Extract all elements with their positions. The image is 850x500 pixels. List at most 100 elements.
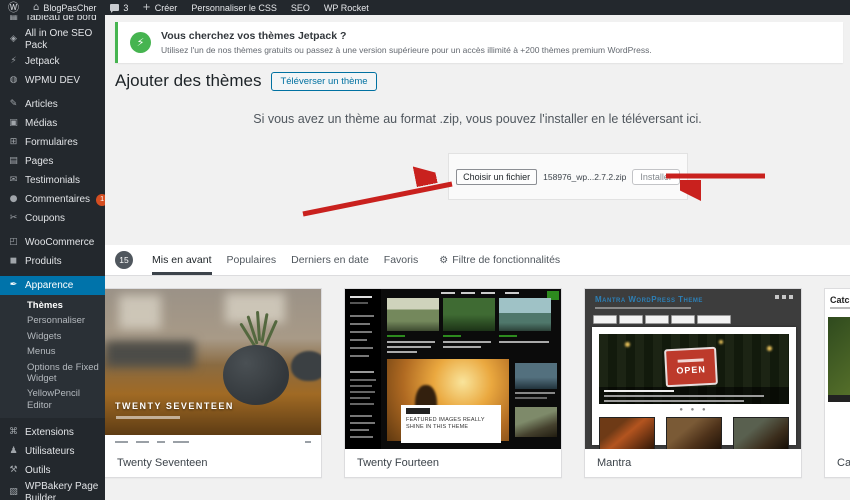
sidebar-item-extensions[interactable]: ⌘ Extensions [0,423,105,442]
sidebar-item-medias[interactable]: ▣ Médias [0,114,105,133]
submenu-item-widgets[interactable]: Widgets [0,329,105,344]
jetpack-icon: ⚡ [10,56,17,67]
arrow-to-choose-file [302,184,453,217]
sidebar-item-produits[interactable]: ◼ Produits [0,252,105,271]
tab-populaires[interactable]: Populaires [227,245,277,275]
theme-card-twenty-seventeen[interactable]: TWENTY SEVENTEEN Twenty Seventeen [104,288,322,478]
comments-shortcut[interactable]: 3 [110,3,128,13]
twenty-seventeen-photo: TWENTY SEVENTEEN [105,289,321,435]
new-content-label: Créer [154,2,178,13]
sidebar-item-outils[interactable]: ⚒ Outils [0,461,105,480]
sidebar-item-wpmu-dev[interactable]: ◍ WPMU DEV [0,71,105,90]
featured-caption-card: FEATURED IMAGES REALLY SHINE IN THIS THE… [401,405,501,443]
sign-text: OPEN [676,364,707,376]
theme-preview-title: Catch [830,295,850,305]
nav-item-bar [305,441,311,443]
appearance-submenu: Thèmes Personnaliser Widgets Menus Optio… [0,295,105,419]
pages-icon: ▤ [9,156,18,167]
theme-preview-title: TWENTY SEVENTEEN [115,401,234,411]
slider-dots: ● ● ● [679,407,709,413]
tab-derniers-en-date[interactable]: Derniers en date [291,245,369,275]
wp-rocket-menu[interactable]: WP Rocket [324,3,369,13]
sidebar-item-all-in-one-seo[interactable]: ◈ All in One SEO Pack [0,27,105,52]
preview-nav-tabs [593,315,731,324]
comments-count: 3 [123,2,129,13]
home-icon: ⌂ [33,2,40,13]
new-content-menu[interactable]: + Créer [142,2,177,13]
theme-card-mantra[interactable]: Mantra WordPress Theme OPEN ● ● ● Mantra [584,288,802,478]
tools-icon: ⚒ [9,465,18,476]
nav-item-bar [157,441,165,443]
sidebar-item-apparence[interactable]: ✒ Apparence [0,276,105,295]
admin-bar: Ⓦ ⌂ BlogPasCher 3 + Créer Personnaliser … [0,0,850,15]
gallery-thumb [733,417,789,449]
plus-icon: + [142,2,151,13]
preview-content-box: OPEN ● ● ● [592,327,796,449]
preview-sidebar [345,289,381,449]
customize-css-link[interactable]: Personnaliser le CSS [191,3,277,13]
testimonials-icon: ✉ [9,175,18,186]
sidebar-item-wpbakery[interactable]: ▧ WPBakery Page Builder [0,480,105,500]
page-title: Ajouter des thèmes [115,71,262,90]
admin-sidebar: ▦ Tableau de bord ◈ All in One SEO Pack … [0,15,105,500]
plugins-icon: ⌘ [9,427,18,438]
submenu-item-yellowpencil[interactable]: YellowPencil Editor [0,386,105,413]
theme-screenshot: Mantra WordPress Theme OPEN ● ● ● [585,289,801,449]
woocommerce-icon: ◰ [9,237,18,248]
gallery-thumb [666,417,722,449]
sidebar-item-formulaires[interactable]: ⊞ Formulaires [0,133,105,152]
sidebar-item-woocommerce[interactable]: ◰ WooCommerce [0,233,105,252]
feature-filter-button[interactable]: ⚙ Filtre de fonctionnalités [439,245,560,275]
sidebar-item-dashboard[interactable]: ▦ Tableau de bord [0,15,105,27]
sidebar-item-utilisateurs[interactable]: ♟ Utilisateurs [0,442,105,461]
preview-tagline-bar [830,307,850,309]
tab-mis-en-avant[interactable]: Mis en avant [152,245,212,275]
side-thumb [515,407,557,437]
submenu-item-fixed-widget[interactable]: Options de Fixed Widget [0,360,105,387]
submenu-item-menus[interactable]: Menus [0,344,105,359]
install-button[interactable]: Installer [632,168,680,185]
comments-icon: ● [9,194,18,205]
site-name-link[interactable]: ⌂ BlogPasCher [33,2,96,13]
sidebar-item-pages[interactable]: ▤ Pages [0,152,105,171]
caption-tag-bar [406,408,430,414]
comments-pending-badge: 1 [96,193,105,206]
open-sign: OPEN [664,346,718,388]
submenu-item-themes[interactable]: Thèmes [0,298,105,313]
slider-caption [599,387,789,404]
window-light [225,293,285,323]
sidebar-item-coupons[interactable]: ✂ Coupons [0,209,105,228]
notice-title: Vous cherchez vos thèmes Jetpack ? [161,30,347,42]
sign-script-bar [677,358,704,363]
wordpress-logo-menu[interactable]: Ⓦ [8,2,19,13]
wpbakery-icon: ▧ [9,487,18,498]
sidebar-item-testimonials[interactable]: ✉ Testimonials [0,171,105,190]
gallery-thumb [599,417,655,449]
tab-favoris[interactable]: Favoris [384,245,418,275]
theme-card-catch[interactable]: Catch Catch [824,288,850,478]
choose-file-button[interactable]: Choisir un fichier [456,168,538,185]
sidebar-item-articles[interactable]: ✎ Articles [0,95,105,114]
submenu-item-personnaliser[interactable]: Personnaliser [0,313,105,328]
theme-card-twenty-fourteen[interactable]: FEATURED IMAGES REALLY SHINE IN THIS THE… [344,288,562,478]
seo-pack-icon: ◈ [10,34,17,45]
sidebar-item-jetpack[interactable]: ⚡ Jetpack [0,52,105,71]
theme-preview-caption: FEATURED IMAGES REALLY SHINE IN THIS THE… [406,417,485,431]
seo-menu[interactable]: SEO [291,3,310,13]
window-light [119,295,161,329]
theme-name: Twenty Seventeen [105,449,321,477]
theme-name: Mantra [585,449,801,477]
theme-screenshot: Catch [825,289,850,449]
theme-screenshot: FEATURED IMAGES REALLY SHINE IN THIS THE… [345,289,561,449]
wpmu-dev-icon: ◍ [9,75,18,86]
plant-pot-shape [223,345,289,405]
featured-thumb [443,298,495,331]
nav-item-bar [115,441,128,443]
forms-icon: ⊞ [9,137,18,148]
featured-thumb [499,298,551,331]
coupons-icon: ✂ [9,213,18,224]
slider-image: OPEN [599,334,789,404]
sidebar-item-commentaires[interactable]: ● Commentaires 1 [0,190,105,209]
theme-preview-tagline-bar [116,416,180,419]
upload-theme-button[interactable]: Téléverser un thème [271,71,377,91]
